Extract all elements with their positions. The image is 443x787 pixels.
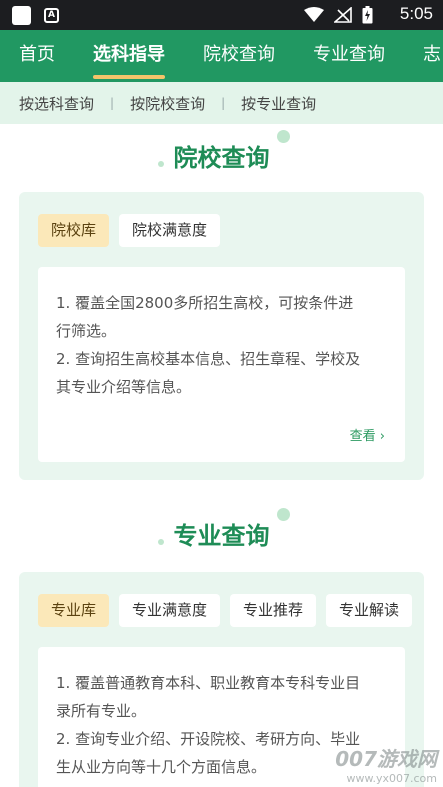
description-line: 1. 覆盖普通教育本科、职业教育本专科专业目 (56, 674, 361, 692)
watermark-logo: 007游戏网 (335, 747, 437, 771)
sub-nav: 按选科查询 | 按院校查询 | 按专业查询 (0, 82, 443, 124)
description-line: 录所有专业。 (56, 702, 147, 720)
major-chip-group: 专业库 专业满意度 专业推荐 专业解读 (38, 594, 413, 627)
section-heading: 专业查询 (157, 508, 290, 551)
tab-school-search[interactable]: 院校查询 (203, 30, 275, 82)
sub-nav-by-subject[interactable]: 按选科查询 (19, 93, 94, 114)
sub-nav-separator: | (110, 96, 115, 110)
decor-dot-icon (157, 539, 164, 545)
section-heading: 院校查询 (157, 130, 290, 173)
section-title-major: 专业查询 (0, 508, 443, 551)
sub-nav-by-major[interactable]: 按专业查询 (241, 93, 316, 114)
chip-major-recommend[interactable]: 专业推荐 (230, 594, 317, 627)
signal-icon (334, 7, 352, 23)
school-chip-group: 院校库 院校满意度 (38, 214, 221, 247)
chip-major-interpret[interactable]: 专业解读 (326, 594, 413, 627)
main-nav: 首页 选科指导 院校查询 专业查询 志 (0, 30, 443, 82)
status-icons (304, 6, 373, 24)
tab-volunteer[interactable]: 志 (423, 30, 441, 82)
wifi-icon (304, 7, 324, 22)
tab-subject-guide[interactable]: 选科指导 (93, 30, 165, 82)
chip-major-satisfaction[interactable]: 专业满意度 (119, 594, 221, 627)
school-description: 1. 覆盖全国2800多所招生高校，可按条件进 行筛选。 2. 查询招生高校基本… (38, 267, 405, 462)
section-heading-text: 院校查询 (173, 144, 270, 172)
description-line: 行筛选。 (56, 322, 117, 340)
content-area: 院校查询 院校库 院校满意度 1. 覆盖全国2800多所招生高校，可按条件进 行… (0, 124, 443, 787)
a-badge-icon: A (44, 8, 59, 23)
description-line: 其专业介绍等信息。 (56, 378, 192, 396)
chip-school-satisfaction[interactable]: 院校满意度 (119, 214, 221, 247)
decor-dot-icon (157, 161, 164, 167)
school-card: 院校库 院校满意度 1. 覆盖全国2800多所招生高校，可按条件进 行筛选。 2… (19, 192, 424, 480)
chip-school-library[interactable]: 院校库 (38, 214, 110, 247)
watermark-url: www.yx007.com (346, 772, 437, 785)
description-line: 2. 查询招生高校基本信息、招生章程、学校及 (56, 350, 361, 368)
sub-nav-separator: | (221, 96, 226, 110)
clock: 5:05 (399, 4, 433, 23)
description-line: 1. 覆盖全国2800多所招生高校，可按条件进 (56, 294, 354, 312)
decor-dot-icon (276, 130, 290, 143)
watermark: 007游戏网 www.yx007.com (335, 743, 437, 785)
tab-home[interactable]: 首页 (19, 30, 55, 82)
status-bar: A 5:05 (0, 0, 443, 30)
battery-icon (362, 6, 373, 24)
app-square-icon (12, 6, 31, 25)
tab-major-search[interactable]: 专业查询 (313, 30, 385, 82)
section-heading-text: 专业查询 (173, 522, 270, 550)
decor-dot-icon (276, 508, 290, 521)
view-more-link[interactable]: 查看 › (350, 425, 385, 444)
section-title-school: 院校查询 (0, 130, 443, 173)
sub-nav-by-school[interactable]: 按院校查询 (130, 93, 205, 114)
chip-major-library[interactable]: 专业库 (38, 594, 110, 627)
